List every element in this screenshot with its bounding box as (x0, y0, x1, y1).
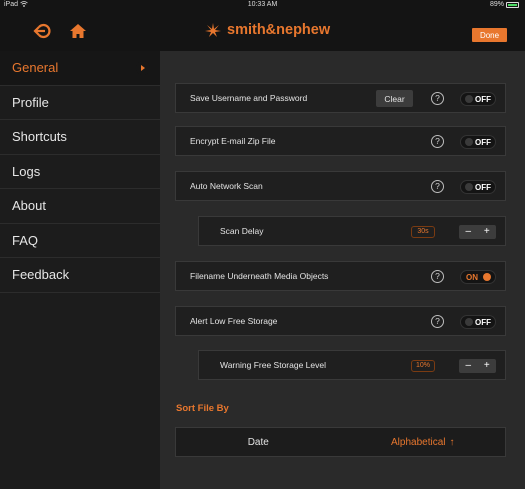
decrement-button[interactable]: – (459, 359, 478, 373)
home-icon[interactable] (68, 21, 88, 41)
increment-button[interactable]: + (478, 359, 497, 373)
toggle-knob (465, 183, 473, 191)
sidebar-item-about[interactable]: About (0, 189, 160, 224)
help-icon[interactable]: ? (431, 270, 444, 283)
arrow-up-icon: ↑ (449, 436, 455, 448)
alert-low-storage-toggle[interactable]: OFF (460, 315, 496, 329)
setting-label: Filename Underneath Media Objects (190, 271, 329, 281)
toggle-knob (465, 95, 473, 103)
toggle-knob (465, 138, 473, 146)
status-time: 10:33 AM (247, 1, 278, 8)
setting-label: Auto Network Scan (190, 181, 263, 191)
clear-button[interactable]: Clear (376, 90, 413, 107)
sidebar-item-profile[interactable]: Profile (0, 86, 160, 120)
toggle-knob (483, 273, 491, 281)
encrypt-zip-toggle[interactable]: OFF (460, 135, 496, 149)
sidebar-item-label: Logs (12, 163, 41, 179)
toggle-state: OFF (475, 137, 491, 147)
settings-panel: Save Username and Password Clear ? OFF E… (160, 51, 525, 489)
toggle-state: ON (466, 272, 478, 282)
help-icon[interactable]: ? (431, 135, 444, 148)
scan-delay-stepper: – + (459, 225, 496, 239)
setting-label: Alert Low Free Storage (190, 316, 278, 326)
help-icon[interactable]: ? (431, 315, 444, 328)
setting-save-credentials: Save Username and Password Clear ? OFF (175, 83, 506, 113)
nav-bar: smith&nephew Done (0, 11, 525, 51)
status-battery: 89% (490, 1, 519, 8)
toggle-state: OFF (475, 94, 491, 104)
setting-label: Encrypt E-mail Zip File (190, 136, 276, 146)
sidebar-item-label: FAQ (12, 232, 39, 248)
auto-scan-toggle[interactable]: OFF (460, 180, 496, 194)
setting-filename-underneath: Filename Underneath Media Objects ? ON (175, 261, 506, 291)
sidebar-item-logs[interactable]: Logs (0, 155, 160, 189)
help-icon[interactable]: ? (431, 180, 444, 193)
sidebar-item-label: Feedback (12, 267, 70, 283)
back-icon[interactable] (33, 21, 53, 41)
sidebar-item-feedback[interactable]: Feedback (0, 258, 160, 293)
setting-label: Warning Free Storage Level (220, 360, 326, 370)
sort-option-alphabetical[interactable]: Alphabetical ↑ (341, 428, 506, 456)
sort-option-date[interactable]: Date (176, 428, 341, 456)
warning-level-value: 10% (410, 360, 435, 372)
done-button[interactable]: Done (472, 28, 507, 42)
sort-option-label: Alphabetical (391, 436, 446, 448)
sidebar-item-label: Shortcuts (12, 129, 67, 145)
brand-logo: smith&nephew (204, 22, 330, 38)
sort-segmented-control: Date Alphabetical ↑ (175, 427, 506, 457)
toggle-state: OFF (475, 182, 491, 192)
sort-option-label: Date (247, 436, 269, 448)
save-credentials-toggle[interactable]: OFF (460, 92, 496, 106)
brand-name: smith&nephew (227, 22, 331, 38)
starburst-logo-icon (205, 23, 221, 37)
chevron-right-icon (136, 61, 150, 75)
sidebar-item-shortcuts[interactable]: Shortcuts (0, 120, 160, 155)
battery-fill (508, 3, 517, 6)
filename-underneath-toggle[interactable]: ON (460, 270, 496, 284)
help-icon[interactable]: ? (431, 92, 444, 105)
sort-section-title: Sort File By (176, 403, 229, 414)
sidebar-item-general[interactable]: General (0, 51, 160, 86)
increment-button[interactable]: + (478, 225, 497, 239)
warning-level-stepper: – + (459, 359, 496, 373)
toggle-knob (465, 318, 473, 326)
setting-auto-scan: Auto Network Scan ? OFF (175, 171, 506, 201)
sidebar-item-faq[interactable]: FAQ (0, 224, 160, 258)
scan-delay-value: 30s (411, 226, 435, 238)
status-bar: iPad 10:33 AM 89% (0, 0, 525, 11)
setting-label: Scan Delay (220, 226, 264, 236)
sidebar: General Profile Shortcuts Logs About FAQ… (0, 51, 160, 489)
setting-warning-storage-level: Warning Free Storage Level 10% – + (198, 350, 506, 380)
sidebar-item-label: Profile (12, 94, 49, 110)
setting-scan-delay: Scan Delay 30s – + (198, 216, 506, 246)
toggle-state: OFF (475, 317, 491, 327)
setting-encrypt-zip: Encrypt E-mail Zip File ? OFF (175, 126, 506, 156)
sidebar-item-label: About (12, 198, 46, 214)
decrement-button[interactable]: – (459, 225, 478, 239)
battery-percent: 89% (489, 1, 504, 8)
setting-alert-low-storage: Alert Low Free Storage ? OFF (175, 306, 506, 336)
battery-icon (506, 1, 519, 8)
setting-label: Save Username and Password (190, 93, 308, 103)
sidebar-item-label: General (12, 60, 59, 76)
